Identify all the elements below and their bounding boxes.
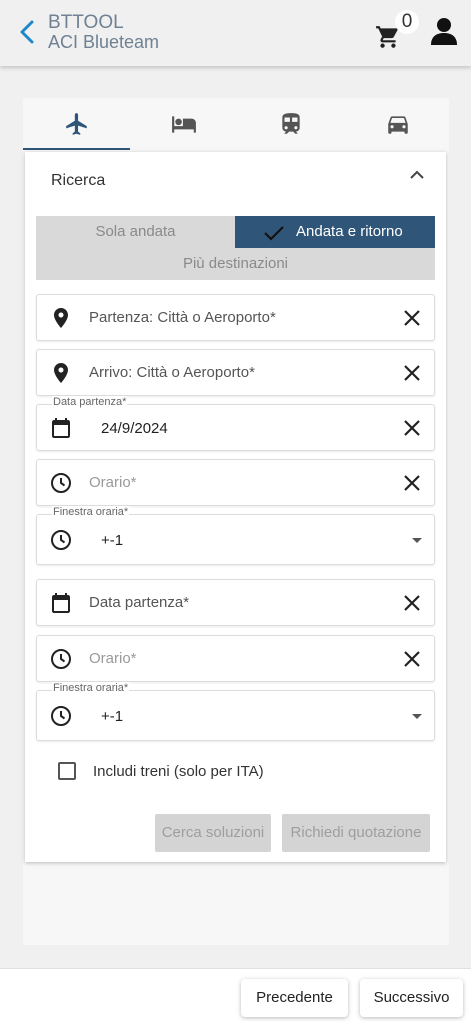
- clear-icon[interactable]: [402, 593, 422, 613]
- tab-cars[interactable]: [344, 98, 451, 150]
- chevron-up-icon[interactable]: [408, 166, 426, 184]
- clock-icon: [51, 473, 71, 493]
- return-date-field[interactable]: Data partenza*: [36, 579, 435, 626]
- round-trip-option[interactable]: Andata e ritorno: [235, 216, 435, 248]
- app-title: BTTOOL: [48, 12, 124, 33]
- top-app-bar: BTTOOL ACI Blueteam 0: [0, 0, 471, 66]
- return-time-window-value: +-1: [101, 708, 124, 725]
- clear-icon[interactable]: [402, 418, 422, 438]
- search-card: Ricerca Sola andata Andata e ritorno Più…: [25, 152, 446, 862]
- round-trip-label: Andata e ritorno: [296, 223, 403, 240]
- departure-input[interactable]: Partenza: Città o Aeroporto*: [89, 309, 276, 326]
- search-card-title: Ricerca: [51, 172, 106, 189]
- departure-time-field[interactable]: Orario*: [36, 459, 435, 506]
- clear-icon[interactable]: [402, 649, 422, 669]
- clock-icon: [51, 530, 71, 550]
- clear-icon[interactable]: [402, 363, 422, 383]
- return-time-field[interactable]: Orario*: [36, 635, 435, 682]
- check-icon: [264, 226, 284, 241]
- departure-date-label: Data partenza*: [52, 396, 128, 408]
- clock-icon: [51, 706, 71, 726]
- request-quote-button[interactable]: Richiedi quotazione: [282, 814, 430, 852]
- location-pin-icon: [54, 308, 68, 328]
- user-icon[interactable]: [430, 16, 458, 46]
- return-time-window-label: Finestra oraria*: [52, 682, 130, 694]
- dropdown-arrow-icon[interactable]: [410, 711, 424, 721]
- departure-date-input[interactable]: 24/9/2024: [101, 420, 168, 437]
- search-solutions-button[interactable]: Cerca soluzioni: [155, 814, 271, 852]
- location-pin-icon: [54, 363, 68, 383]
- clear-icon[interactable]: [402, 473, 422, 493]
- time-window-value: +-1: [101, 532, 124, 549]
- departure-time-input[interactable]: Orario*: [89, 474, 137, 491]
- footer-bar: Precedente Successivo: [0, 968, 471, 1024]
- departure-date-field[interactable]: Data partenza* 24/9/2024: [36, 396, 435, 451]
- app-subtitle: ACI Blueteam: [48, 32, 160, 52]
- airplane-icon: [65, 113, 87, 135]
- bed-icon: [171, 116, 196, 133]
- previous-button[interactable]: Precedente: [241, 979, 348, 1017]
- next-button[interactable]: Successivo: [360, 979, 463, 1017]
- travel-type-tabs: [23, 98, 449, 150]
- return-date-input[interactable]: Data partenza*: [89, 594, 189, 611]
- calendar-icon: [52, 418, 70, 438]
- time-window-label: Finestra oraria*: [52, 506, 130, 518]
- include-trains-label: Includi treni (solo per ITA): [93, 763, 264, 780]
- back-arrow-icon[interactable]: [16, 19, 40, 45]
- clear-icon[interactable]: [402, 308, 422, 328]
- return-time-window-select[interactable]: Finestra oraria* +-1: [36, 682, 435, 741]
- dropdown-arrow-icon[interactable]: [410, 535, 424, 545]
- train-icon: [281, 113, 300, 134]
- tab-trains[interactable]: [237, 98, 344, 150]
- time-window-select[interactable]: Finestra oraria* +-1: [36, 506, 435, 565]
- include-trains-checkbox[interactable]: [58, 762, 76, 780]
- calendar-icon: [52, 593, 70, 613]
- multi-destination-option[interactable]: Più destinazioni: [36, 248, 435, 280]
- tab-flights[interactable]: [23, 98, 130, 150]
- return-time-input[interactable]: Orario*: [89, 650, 137, 667]
- departure-field[interactable]: Partenza: Città o Aeroporto*: [36, 294, 435, 341]
- clock-icon: [51, 649, 71, 669]
- arrival-input[interactable]: Arrivo: Città o Aeroporto*: [89, 364, 255, 381]
- car-icon: [387, 116, 408, 134]
- one-way-option[interactable]: Sola andata: [36, 216, 235, 248]
- arrival-field[interactable]: Arrivo: Città o Aeroporto*: [36, 349, 435, 396]
- tab-hotels[interactable]: [130, 98, 237, 150]
- cart-count-badge: 0: [395, 10, 419, 34]
